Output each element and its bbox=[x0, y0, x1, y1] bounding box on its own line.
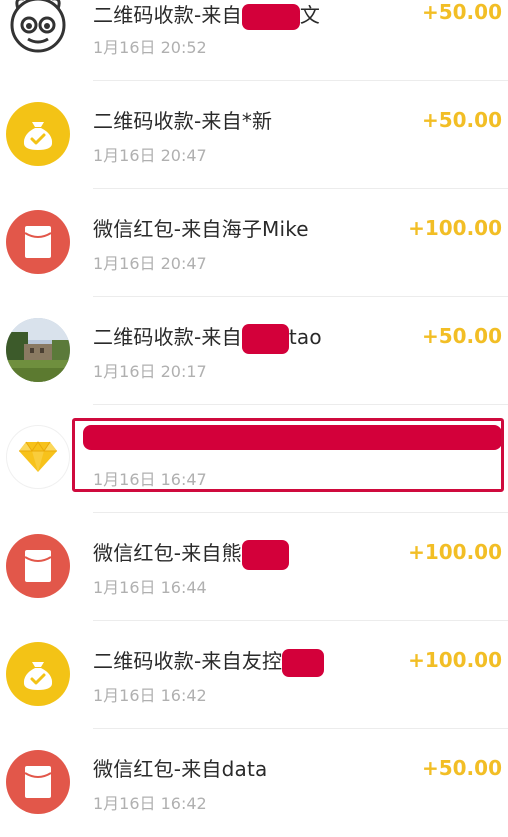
transaction-row[interactable]: 微信红包-来自data 1月16日 16:42 +50.00 bbox=[0, 729, 508, 837]
transaction-title: 二维码收款-来自文 bbox=[93, 0, 320, 30]
transaction-row[interactable]: 二维码收款-来自文 1月16日 20:52 +50.00 bbox=[0, 0, 508, 81]
transaction-row[interactable]: 二维码收款-来自友控 1月16日 16:42 +100.00 bbox=[0, 621, 508, 729]
transaction-amount: +50.00 bbox=[421, 0, 502, 24]
transaction-row[interactable]: 二维码收款-来自 tao 1月16日 20:17 +50.00 bbox=[0, 297, 508, 405]
transaction-row[interactable]: 微信红包-来自海子Mike 1月16日 20:47 +100.00 bbox=[0, 189, 508, 297]
transaction-amount: +100.00 bbox=[408, 648, 502, 672]
transaction-time: 1月16日 20:52 bbox=[93, 38, 207, 57]
transaction-amount: +50.00 bbox=[421, 108, 502, 132]
red-packet-icon bbox=[6, 750, 70, 814]
transaction-title: 二维码收款-来自 tao bbox=[93, 321, 322, 354]
red-packet-icon bbox=[6, 534, 70, 598]
transaction-amount: +100.00 bbox=[408, 216, 502, 240]
transaction-time: 1月16日 20:17 bbox=[93, 362, 207, 381]
transaction-amount: +100.00 bbox=[408, 540, 502, 564]
transaction-title: 二维码收款-来自友控 bbox=[93, 645, 325, 677]
transaction-title: 微信红包-来自熊 bbox=[93, 537, 289, 570]
transaction-title: 二维码收款-来自*新 bbox=[93, 109, 273, 133]
transaction-row[interactable]: 二维码收款-来自*新 1月16日 20:47 +50.00 bbox=[0, 81, 508, 189]
transaction-time: 1月16日 20:47 bbox=[93, 254, 207, 273]
transaction-title: 微信红包-来自海子Mike bbox=[93, 217, 309, 241]
diamond-icon bbox=[6, 425, 70, 489]
highlight-frame bbox=[72, 418, 504, 492]
transaction-amount: +50.00 bbox=[421, 324, 502, 348]
transaction-list: 二维码收款-来自文 1月16日 20:52 +50.00 二维码收款-来自*新 … bbox=[0, 0, 508, 814]
cartoon-face-icon bbox=[6, 0, 70, 53]
transaction-time: 1月16日 16:44 bbox=[93, 578, 207, 597]
redaction-mark bbox=[241, 3, 300, 30]
redaction-mark bbox=[241, 539, 289, 570]
transaction-amount: +50.00 bbox=[421, 756, 502, 780]
transaction-row[interactable]: 微信红包-来自熊 1月16日 16:44 +100.00 bbox=[0, 513, 508, 621]
landscape-photo-avatar bbox=[6, 318, 70, 382]
transaction-title: 微信红包-来自data bbox=[93, 757, 268, 781]
money-bag-icon bbox=[6, 102, 70, 166]
transaction-time: 1月16日 20:47 bbox=[93, 146, 207, 165]
transaction-time: 1月16日 16:42 bbox=[93, 686, 207, 705]
redaction-mark bbox=[241, 323, 289, 354]
money-bag-icon bbox=[6, 642, 70, 706]
transaction-time: 1月16日 16:42 bbox=[93, 794, 207, 813]
red-packet-icon bbox=[6, 210, 70, 274]
redaction-mark bbox=[282, 648, 325, 677]
